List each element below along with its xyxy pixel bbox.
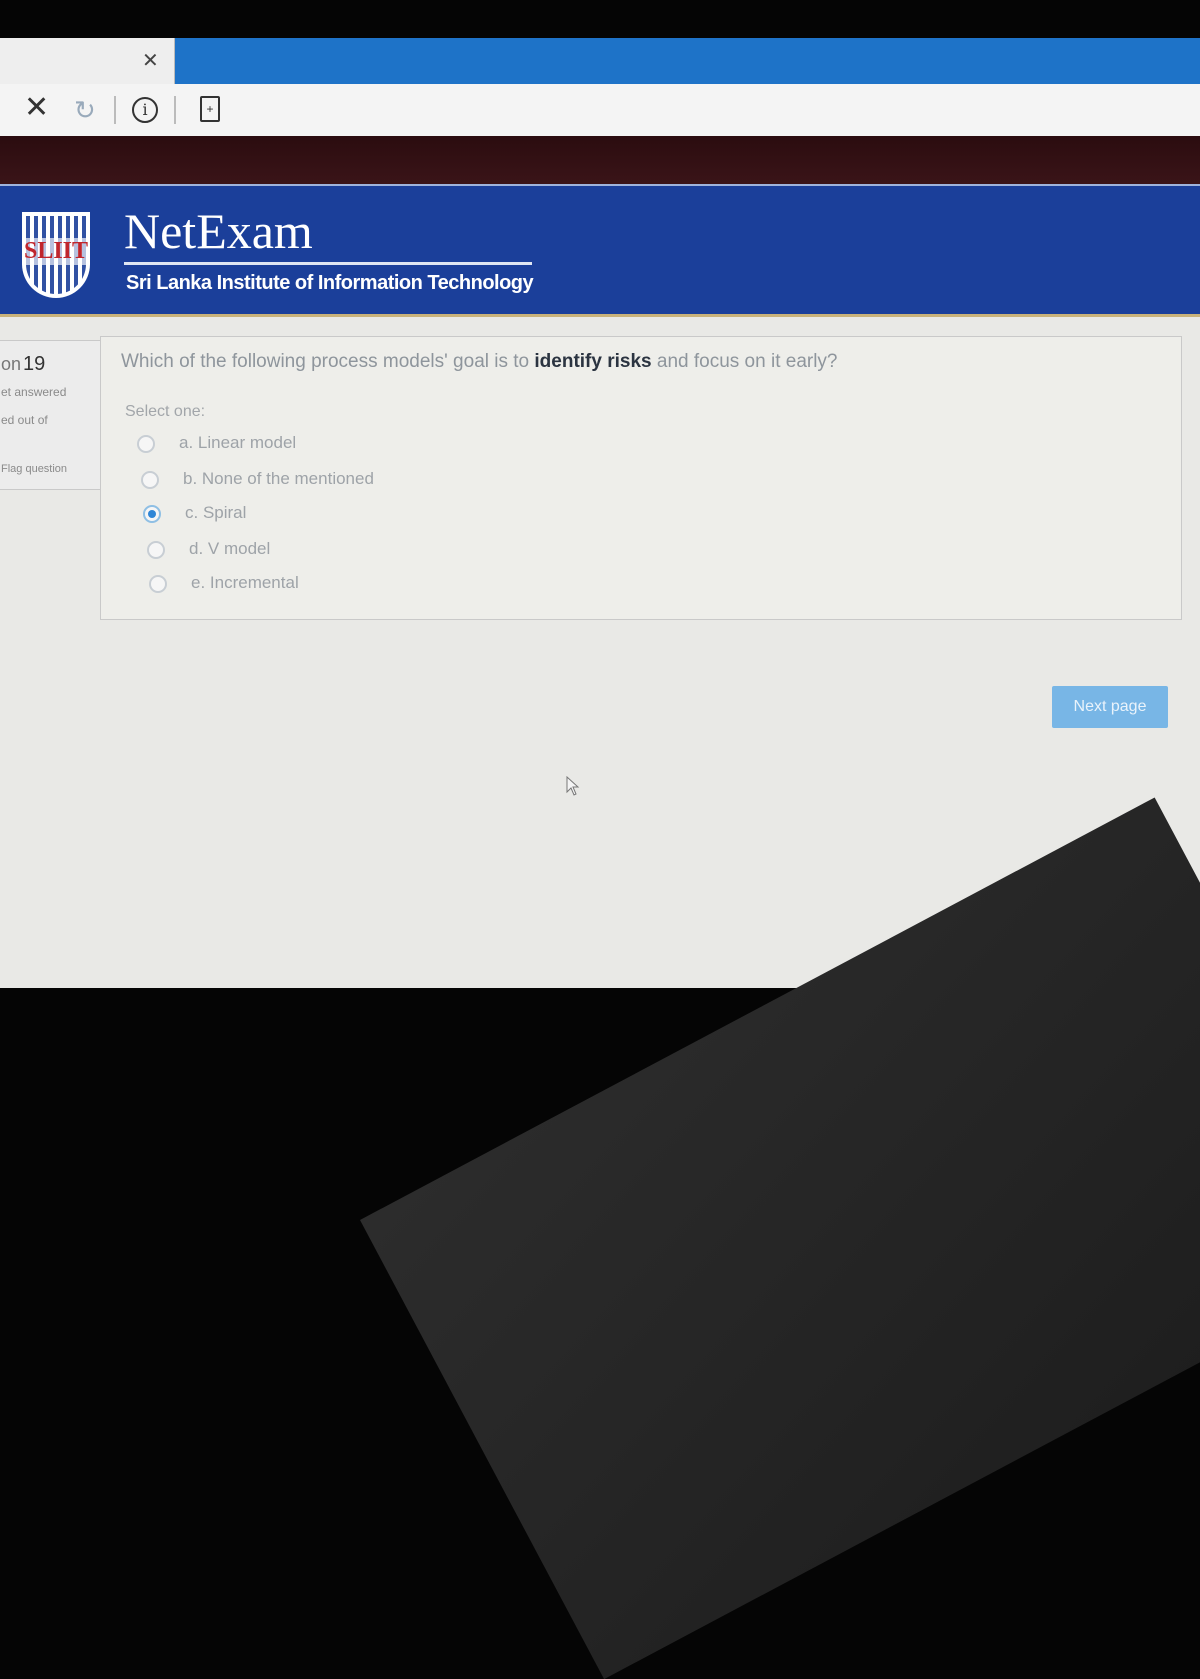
option-label[interactable]: d. V model bbox=[189, 539, 270, 559]
radio-button[interactable] bbox=[141, 471, 159, 489]
close-icon[interactable]: ✕ bbox=[142, 48, 159, 73]
logo-text: SLIIT bbox=[22, 238, 90, 265]
page-icon[interactable]: + bbox=[200, 96, 220, 122]
radio-button-selected[interactable] bbox=[143, 505, 161, 523]
option-label[interactable]: b. None of the mentioned bbox=[183, 469, 374, 489]
stop-icon[interactable]: ✕ bbox=[24, 90, 49, 125]
sliit-logo[interactable]: SLIIT bbox=[22, 212, 90, 298]
flag-question-link[interactable]: Flag question bbox=[1, 463, 67, 475]
question-prefix: on bbox=[1, 354, 22, 374]
toolbar-divider bbox=[174, 96, 176, 124]
question-text-emphasis: identify risks bbox=[534, 351, 652, 372]
site-title: NetExam bbox=[124, 203, 313, 259]
option-label[interactable]: c. Spiral bbox=[185, 503, 246, 523]
radio-button[interactable] bbox=[149, 575, 167, 593]
toolbar-divider bbox=[114, 96, 116, 124]
radio-button[interactable] bbox=[147, 541, 165, 559]
select-one-label: Select one: bbox=[125, 403, 206, 420]
question-info-block: on 19 et answered ed out of Flag question bbox=[0, 340, 108, 490]
question-number-value: 19 bbox=[23, 353, 46, 375]
laptop-screen: ✕ ✕ ↻ i + SLIIT NetExam Sri Lanka Instit… bbox=[0, 38, 1200, 988]
question-number: on 19 bbox=[1, 353, 45, 376]
browser-tabbar: ✕ bbox=[0, 38, 1200, 84]
mark-status: ed out of bbox=[1, 413, 48, 427]
option-label[interactable]: a. Linear model bbox=[179, 433, 296, 453]
title-divider bbox=[124, 262, 532, 265]
radio-button[interactable] bbox=[137, 435, 155, 453]
question-text-start: Which of the following process models' g… bbox=[121, 351, 535, 372]
info-icon[interactable]: i bbox=[132, 97, 158, 123]
site-header: SLIIT NetExam Sri Lanka Institute of Inf… bbox=[0, 184, 1200, 317]
answer-status: et answered bbox=[1, 385, 67, 399]
site-subtitle: Sri Lanka Institute of Information Techn… bbox=[126, 272, 534, 294]
next-page-button[interactable]: Next page bbox=[1052, 686, 1168, 728]
mouse-cursor-icon bbox=[566, 776, 580, 796]
reload-icon[interactable]: ↻ bbox=[74, 95, 96, 126]
option-label[interactable]: e. Incremental bbox=[191, 573, 299, 593]
window-band bbox=[0, 136, 1200, 184]
question-card: Which of the following process models' g… bbox=[100, 336, 1182, 620]
question-text-end: and focus on it early? bbox=[651, 351, 838, 372]
browser-toolbar: ✕ ↻ i + bbox=[0, 84, 1200, 137]
browser-tab[interactable]: ✕ bbox=[0, 38, 175, 84]
question-text: Which of the following process models' g… bbox=[121, 351, 838, 373]
